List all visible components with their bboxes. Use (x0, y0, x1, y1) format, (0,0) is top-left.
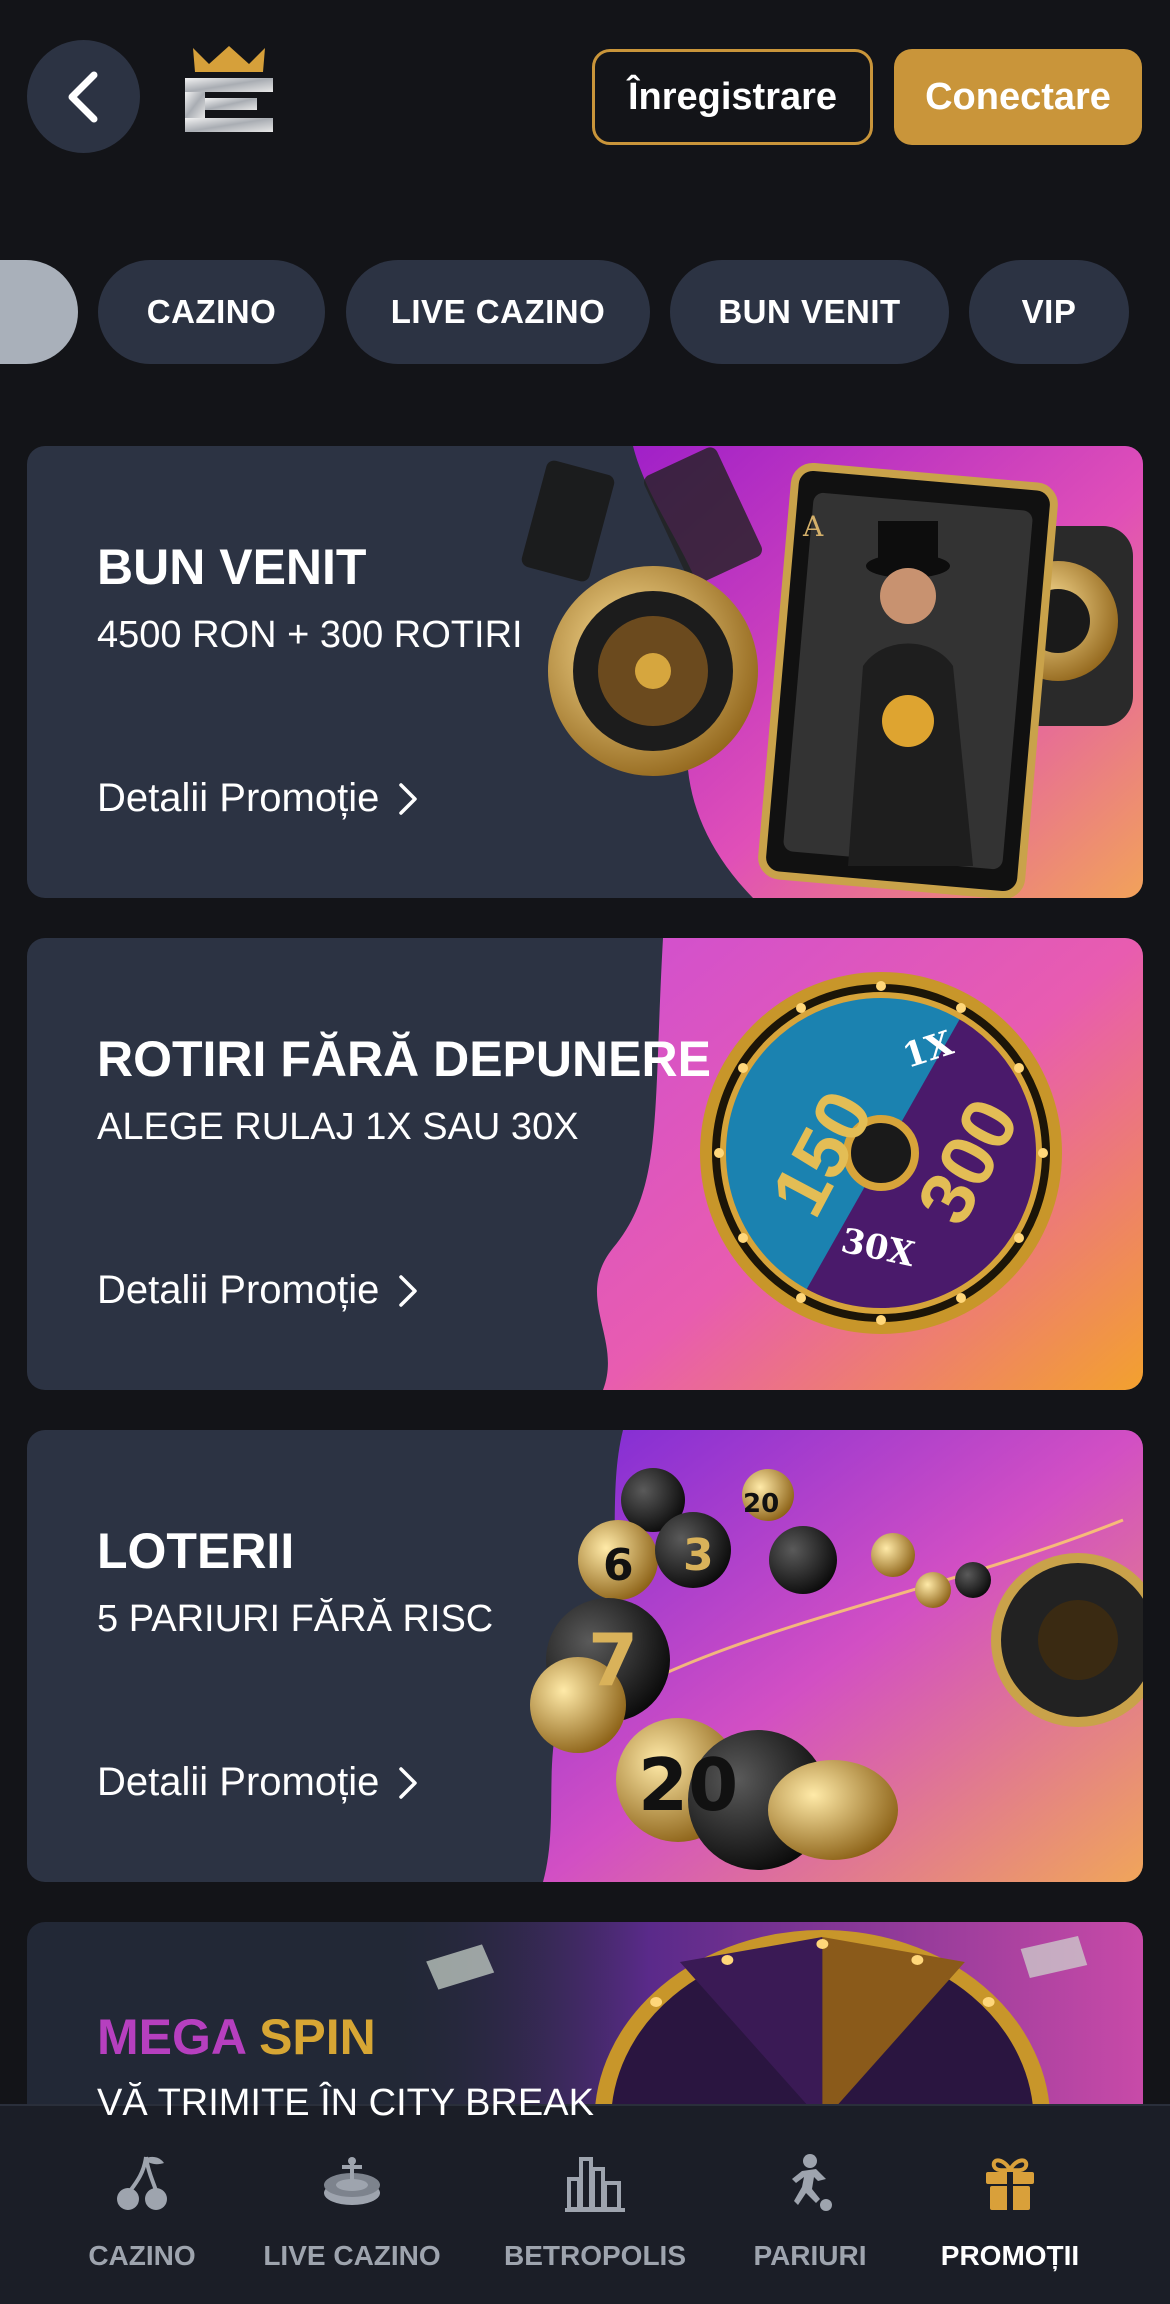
nav-label: PROMOȚII (940, 2240, 1080, 2271)
login-button[interactable]: Conectare (894, 49, 1142, 145)
svg-text:7: 7 (588, 1618, 638, 1702)
promo-subtitle: VĂ TRIMITE ÎN CITY BREAK (97, 2082, 594, 2124)
nav-item-pariuri[interactable]: PARIURI (740, 2106, 880, 2304)
chevron-right-icon (399, 1766, 418, 1799)
promo-details-link[interactable]: Detalii Promoție (97, 1760, 419, 1805)
svg-text:3: 3 (683, 1530, 714, 1581)
promo-card-loterii[interactable]: 20 3 7 20 6 LOTERII 5 PARIURI FĂRĂ RISC … (27, 1430, 1143, 1882)
promo-title: BUN VENIT (97, 539, 367, 595)
city-skyline-icon (560, 2148, 630, 2218)
promo-title: ROTIRI FĂRĂ DEPUNERE (97, 1031, 711, 1087)
nav-label: LIVE CAZINO (263, 2240, 441, 2271)
register-button[interactable]: Înregistrare (592, 49, 873, 145)
promo-subtitle: 5 PARIURI FĂRĂ RISC (97, 1598, 494, 1640)
back-button[interactable] (27, 40, 140, 153)
category-chip-bun-venit[interactable]: BUN VENIT (670, 260, 949, 364)
promo-title: LOTERII (97, 1523, 295, 1579)
bottom-navigation: CAZINO LIVE CAZINO BETROPOLIS PARIURI PR… (0, 2104, 1170, 2304)
gift-icon (975, 2148, 1045, 2218)
svg-text:A: A (802, 510, 824, 543)
nav-item-betropolis[interactable]: BETROPOLIS (500, 2106, 690, 2304)
promo-details-label: Detalii Promoție (97, 776, 380, 820)
crown-logo-icon (185, 46, 273, 132)
roulette-icon (317, 2148, 387, 2218)
nav-item-live-cazino[interactable]: LIVE CAZINO (262, 2106, 442, 2304)
casino-promo-artwork: A (521, 446, 1143, 898)
nav-label: BETROPOLIS (503, 2240, 686, 2271)
promo-subtitle: ALEGE RULAJ 1X SAU 30X (97, 1106, 579, 1148)
promo-details-link[interactable]: Detalii Promoție (97, 776, 419, 821)
lottery-balls-artwork: 20 3 7 20 6 (530, 1430, 1143, 1882)
nav-item-promotii[interactable]: PROMOȚII (930, 2106, 1090, 2304)
svg-text:20: 20 (743, 1489, 779, 1519)
category-chip-cazino[interactable]: CAZINO (98, 260, 325, 364)
promo-card-bun-venit[interactable]: A BUN VENIT 4500 RON + 300 ROTIRI Detali… (27, 446, 1143, 898)
chevron-right-icon (399, 782, 418, 815)
promo-title: MEGA SPIN (97, 2008, 376, 2066)
promo-subtitle: 4500 RON + 300 ROTIRI (97, 614, 523, 656)
chevron-left-icon (68, 71, 97, 122)
category-chips: CAZINO LIVE CAZINO BUN VENIT VIP (0, 260, 1170, 364)
category-chip-partial[interactable] (0, 260, 78, 364)
nav-label: PARIURI (753, 2240, 867, 2271)
nav-item-cazino[interactable]: CAZINO (72, 2106, 212, 2304)
cherries-icon (107, 2148, 177, 2218)
promo-details-label: Detalii Promoție (97, 1268, 380, 1312)
soccer-player-icon (775, 2148, 845, 2218)
category-chip-live-cazino[interactable]: LIVE CAZINO (346, 260, 650, 364)
chevron-right-icon (399, 1274, 418, 1307)
category-chip-vip[interactable]: VIP (969, 260, 1129, 364)
promo-details-link[interactable]: Detalii Promoție (97, 1268, 419, 1313)
promo-title-part2: SPIN (259, 2009, 376, 2065)
promo-card-rotiri[interactable]: 150 300 1X 30X ROTIRI FĂRĂ DEPUNERE ALEG… (27, 938, 1143, 1390)
top-header: Înregistrare Conectare (0, 0, 1170, 190)
svg-text:20: 20 (638, 1743, 738, 1827)
promo-details-label: Detalii Promoție (97, 1760, 380, 1804)
promo-title-part1: MEGA (97, 2009, 246, 2065)
nav-label: CAZINO (88, 2240, 196, 2271)
svg-text:6: 6 (603, 1540, 634, 1591)
